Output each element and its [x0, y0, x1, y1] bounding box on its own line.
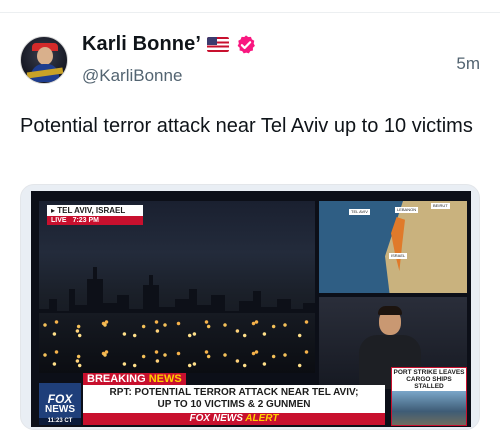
map-label-israel: ISRAEL	[389, 253, 408, 259]
broadcast-frame: ▸ TEL AVIV, ISRAEL LIVE 7:23 PM TEL AVIV…	[31, 191, 471, 427]
avatar-face	[37, 47, 53, 65]
verified-badge-icon	[237, 34, 255, 53]
side-story-image	[392, 391, 466, 425]
map-label-beirut: BEIRUT	[431, 203, 450, 209]
tweet-text: Potential terror attack near Tel Aviv up…	[20, 115, 473, 137]
city-lights	[39, 313, 315, 373]
side-story-box: PORT STRIKE LEAVES CARGO SHIPS STALLED	[391, 367, 467, 426]
author-name-row: Karli Bonne’	[82, 33, 257, 56]
anchor-hair	[378, 306, 402, 315]
side-story-text: PORT STRIKE LEAVES CARGO SHIPS STALLED	[393, 369, 465, 390]
breaking-news-label: BREAKING NEWS	[83, 373, 186, 385]
display-name[interactable]: Karli Bonne’	[82, 33, 201, 56]
fox-news-alert: FOX NEWS ALERT	[83, 413, 385, 425]
location-label: ▸ TEL AVIV, ISRAEL	[47, 205, 143, 216]
lower-third: FOX NEWS 11:23 CT BREAKING NEWS RPT: POT…	[39, 373, 385, 425]
map-inset: TEL AVIV LEBANON BEIRUT ISRAEL	[319, 201, 467, 293]
us-flag-icon	[207, 37, 229, 52]
handle[interactable]: @KarliBonne	[82, 66, 182, 86]
location-tag: ▸ TEL AVIV, ISRAEL LIVE 7:23 PM	[47, 205, 143, 225]
live-label: LIVE 7:23 PM	[47, 216, 143, 225]
fox-news-logo: FOX NEWS 11:23 CT	[39, 383, 81, 425]
tweet-media[interactable]: ▸ TEL AVIV, ISRAEL LIVE 7:23 PM TEL AVIV…	[20, 184, 480, 430]
map-label-tel-aviv: TEL AVIV	[349, 209, 370, 215]
logo-time: 11:23 CT	[39, 418, 81, 425]
map-label-lebanon: LEBANON	[395, 207, 419, 213]
city-skyline-image	[39, 201, 315, 373]
chyron-headline: RPT: POTENTIAL TERROR ATTACK NEAR TEL AV…	[83, 385, 385, 413]
top-divider	[0, 12, 500, 13]
avatar[interactable]	[20, 36, 68, 84]
timestamp[interactable]: 5m	[456, 54, 480, 74]
